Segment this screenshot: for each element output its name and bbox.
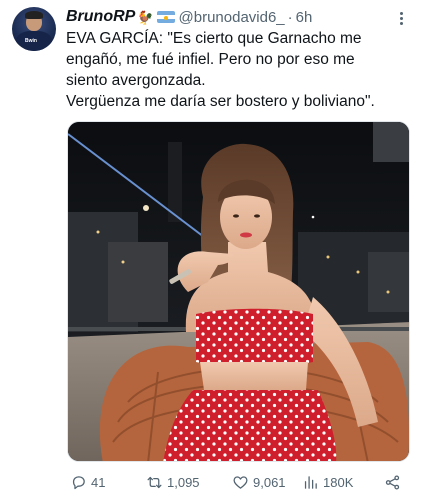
views-button[interactable]: 180K [302,470,353,494]
views-chart-icon [304,475,317,489]
like-button[interactable]: 9,061 [232,470,286,494]
argentina-flag-icon [156,11,175,23]
more-dots-icon[interactable] [391,8,411,28]
rooster-emoji: 🐓 [137,9,154,25]
reply-count: 41 [91,474,106,490]
views-count: 180K [323,474,354,490]
reply-icon [72,475,85,489]
tweet-actions: 41 1,095 9,061 180K [62,470,412,494]
share-icon [385,474,400,490]
avatar-sponsor-text: Bwin [25,38,37,44]
author-avatar[interactable]: Bwin [12,7,56,51]
tweet-card[interactable]: Bwin BrunoRP 🐓 @brunodavid6_ · 6h EVA GA… [0,0,423,500]
tweet-text-line: siento avergonzada. [66,72,206,89]
retweet-icon [147,476,162,488]
photo-illustration [68,122,409,461]
author-handle[interactable]: @brunodavid6_ [179,9,285,26]
tweet-timestamp[interactable]: 6h [296,9,313,26]
tweet-photo[interactable] [67,121,410,462]
heart-icon [233,475,248,489]
tweet-text-line: engañó, me fué infiel. Pero no por eso m… [66,51,355,68]
author-display-name[interactable]: BrunoRP [66,8,135,26]
retweet-count: 1,095 [167,474,200,490]
like-count: 9,061 [253,474,286,490]
tweet-header: BrunoRP 🐓 @brunodavid6_ · 6h [66,6,413,28]
share-button[interactable] [384,470,405,494]
tweet-text-line: Vergüenza me daría ser bostero y bolivia… [66,93,375,110]
avatar-hair [25,11,43,19]
header-separator: · [287,8,293,26]
tweet-text: EVA GARCÍA: "Es cierto que Garnacho me e… [66,28,416,112]
retweet-button[interactable]: 1,095 [146,470,200,494]
tweet-text-line: EVA GARCÍA: "Es cierto que Garnacho me [66,30,362,47]
reply-button[interactable]: 41 [70,470,105,494]
